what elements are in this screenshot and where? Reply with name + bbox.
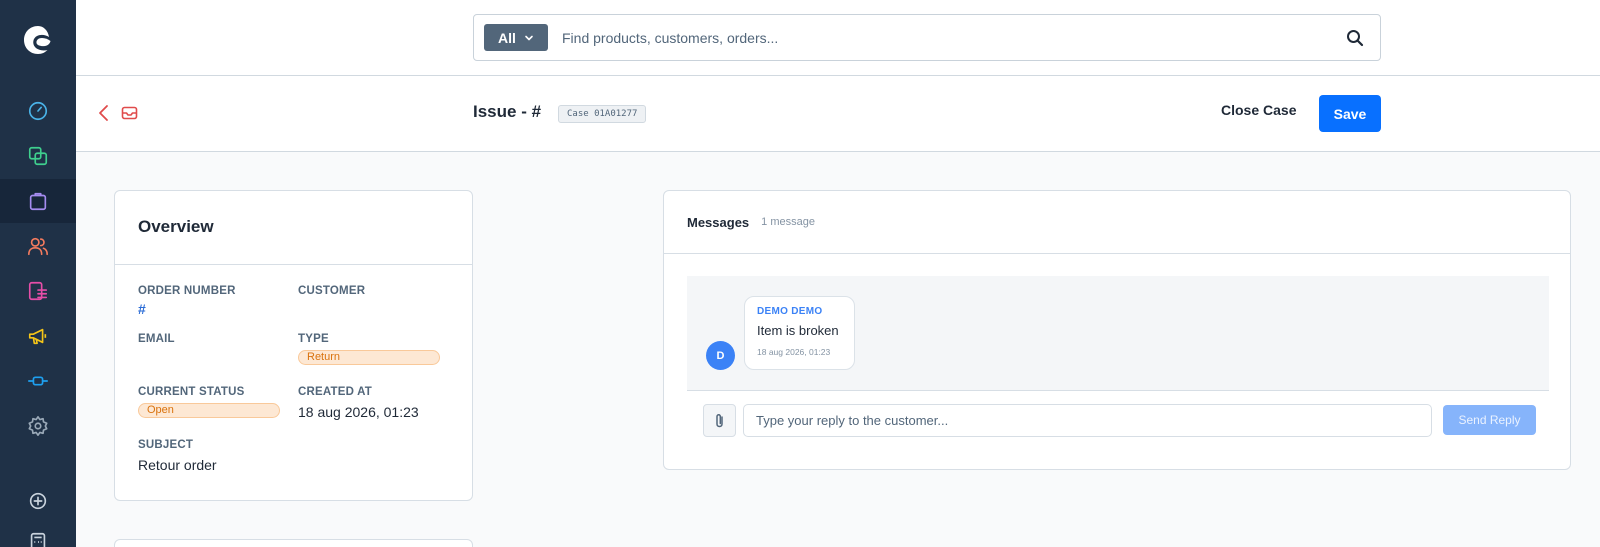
- message-author: DEMO DEMO: [757, 306, 823, 317]
- close-case-button[interactable]: Close Case: [1221, 102, 1296, 118]
- customer-label: CUSTOMER: [298, 285, 366, 297]
- top-bar: All: [76, 0, 1600, 76]
- message-thread: D DEMO DEMO Item is broken 18 aug 2026, …: [687, 276, 1549, 390]
- next-card: [114, 539, 473, 547]
- add-icon: [29, 492, 47, 510]
- page-title: Issue - #: [473, 102, 542, 121]
- subject-label: SUBJECT: [138, 439, 194, 451]
- nav-content[interactable]: [0, 269, 76, 313]
- save-button[interactable]: Save: [1319, 95, 1381, 132]
- status-badge: Open: [138, 403, 280, 418]
- content-icon: [28, 281, 48, 301]
- calculator-icon: [30, 532, 46, 547]
- messages-count: 1 message: [761, 216, 815, 228]
- attach-button[interactable]: [703, 404, 736, 437]
- catalog-icon: [28, 146, 48, 166]
- messages-card: Messages 1 message D DEMO DEMO Item is b…: [663, 190, 1571, 470]
- nav-settings[interactable]: [0, 404, 76, 448]
- sidebar: [0, 0, 76, 547]
- created-at-label: CREATED AT: [298, 386, 372, 398]
- type-label: TYPE: [298, 333, 329, 345]
- settings-icon: [28, 416, 48, 436]
- send-reply-button[interactable]: Send Reply: [1443, 405, 1536, 435]
- message-time: 18 aug 2026, 01:23: [757, 347, 831, 357]
- email-field: EMAIL: [138, 333, 175, 351]
- customers-icon: [28, 237, 48, 256]
- order-number-link[interactable]: #: [138, 301, 236, 317]
- status-label: CURRENT STATUS: [138, 386, 245, 398]
- inbox-icon[interactable]: [121, 105, 138, 121]
- search-scope-dropdown[interactable]: All: [484, 24, 548, 51]
- reply-composer: Send Reply: [687, 390, 1549, 450]
- nav-add[interactable]: [0, 479, 76, 523]
- nav-customers[interactable]: [0, 224, 76, 268]
- shopware-logo[interactable]: [22, 24, 54, 56]
- subject-field: SUBJECT Retour order: [138, 439, 217, 473]
- overview-card: Overview ORDER NUMBER # CUSTOMER EMAIL T…: [114, 190, 473, 501]
- nav-calculator[interactable]: [0, 520, 76, 547]
- nav-orders[interactable]: [0, 179, 76, 223]
- nav-dashboard[interactable]: [0, 89, 76, 133]
- nav-extensions[interactable]: [0, 359, 76, 403]
- type-field: TYPE Return: [298, 333, 440, 365]
- messages-header: Messages 1 message: [664, 191, 1570, 254]
- subject-value: Retour order: [138, 457, 217, 473]
- paperclip-icon: [715, 413, 723, 427]
- status-field: CURRENT STATUS Open: [138, 386, 280, 418]
- created-at-value: 18 aug 2026, 01:23: [298, 404, 419, 420]
- nav-marketing[interactable]: [0, 314, 76, 358]
- avatar: D: [706, 341, 735, 370]
- created-at-field: CREATED AT 18 aug 2026, 01:23: [298, 386, 419, 420]
- chevron-down-icon: [525, 35, 533, 40]
- search-scope-label: All: [498, 29, 516, 46]
- order-number-label: ORDER NUMBER: [138, 285, 236, 297]
- messages-title: Messages: [687, 214, 750, 230]
- dashboard-icon: [28, 101, 48, 121]
- case-id-badge: Case 01A01277: [558, 105, 647, 123]
- orders-icon: [29, 192, 47, 211]
- order-number-field: ORDER NUMBER #: [138, 285, 236, 317]
- customer-field: CUSTOMER: [298, 285, 365, 303]
- email-label: EMAIL: [138, 333, 175, 345]
- global-search: All: [473, 14, 1381, 61]
- search-input[interactable]: [562, 29, 1346, 46]
- back-arrow-icon[interactable]: [96, 104, 112, 122]
- message-text: Item is broken: [757, 323, 839, 338]
- type-badge: Return: [298, 350, 440, 365]
- message-bubble: DEMO DEMO Item is broken 18 aug 2026, 01…: [744, 296, 855, 370]
- marketing-icon: [28, 328, 47, 345]
- nav-catalog[interactable]: [0, 134, 76, 178]
- page-header: Issue - # Case 01A01277 Close Case Save: [76, 76, 1600, 152]
- extensions-icon: [28, 376, 48, 386]
- reply-input[interactable]: [743, 404, 1432, 437]
- overview-title: Overview: [115, 191, 472, 265]
- search-icon[interactable]: [1346, 29, 1364, 47]
